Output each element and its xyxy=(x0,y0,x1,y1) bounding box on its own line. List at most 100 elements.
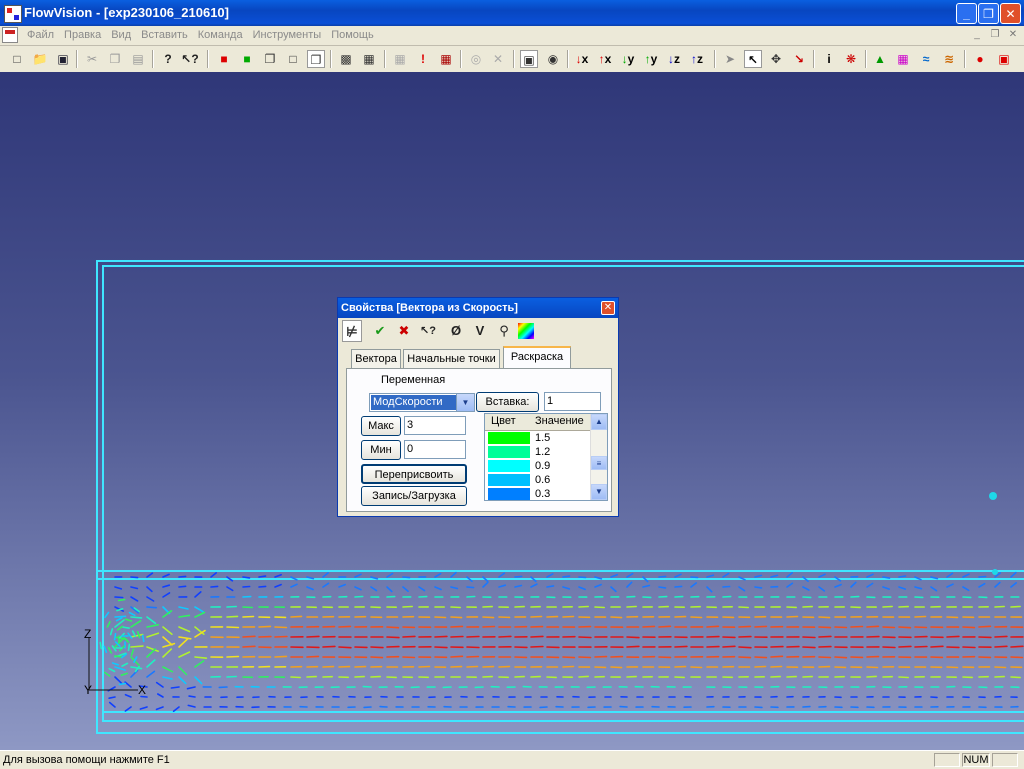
zoom-fit-icon[interactable]: ◉ xyxy=(544,50,562,68)
isolines-icon[interactable]: ≋ xyxy=(940,50,958,68)
view-window-icon[interactable]: ▣ xyxy=(520,50,538,68)
scroll-up-icon[interactable]: ▲ xyxy=(591,414,607,430)
mdi-close-button[interactable]: ✕ xyxy=(1006,29,1020,42)
cross-icon[interactable]: ✕ xyxy=(489,50,507,68)
velocity-vector xyxy=(243,587,250,588)
tab-coloring[interactable]: Раскраска xyxy=(503,346,571,369)
cube-wire-icon[interactable]: ❐ xyxy=(261,50,279,68)
color-map-icon[interactable]: ▦ xyxy=(894,50,912,68)
min-input[interactable]: 0 xyxy=(404,440,466,459)
pointer-icon[interactable]: ➤ xyxy=(721,50,739,68)
globe-icon[interactable]: ◎ xyxy=(467,50,485,68)
select-arrow-icon[interactable]: ↖ xyxy=(744,50,762,68)
v-icon[interactable]: V xyxy=(470,320,490,342)
info-icon[interactable]: i xyxy=(820,50,838,68)
mdi-restore-button[interactable]: ❐ xyxy=(988,29,1002,42)
velocity-vector xyxy=(483,627,494,628)
min-button[interactable]: Мин xyxy=(361,440,401,460)
view-plus-z-icon[interactable]: ↑z xyxy=(688,50,706,68)
tab-vectors[interactable]: Вектора xyxy=(351,349,401,368)
max-button[interactable]: Макс xyxy=(361,416,401,436)
dialog-close-button[interactable]: ✕ xyxy=(601,301,615,315)
menu-insert[interactable]: Вставить xyxy=(136,28,193,42)
maximize-button[interactable]: ❐ xyxy=(978,3,999,24)
save-icon[interactable]: ▣ xyxy=(54,50,72,68)
apply-check-icon[interactable]: ✔ xyxy=(370,320,390,342)
menu-help[interactable]: Помощь xyxy=(326,28,379,42)
chevron-down-icon[interactable]: ▼ xyxy=(456,394,474,411)
view-plus-y-icon[interactable]: ↑y xyxy=(642,50,660,68)
record-icon[interactable]: ● xyxy=(971,50,989,68)
cancel-cross-icon[interactable]: ✖ xyxy=(394,320,414,342)
velocity-vector xyxy=(563,617,574,618)
velocity-vector xyxy=(259,586,266,587)
context-help-icon[interactable]: ↖? xyxy=(418,320,438,342)
help-icon[interactable]: ? xyxy=(159,50,177,68)
cut-icon[interactable]: ✂ xyxy=(83,50,101,68)
color-table[interactable]: Цвет Значение 1.5 1.2 0.9 0.6 0.3 ▲ ≡ ▼ xyxy=(484,413,608,501)
windows-alt-icon[interactable]: ▦ xyxy=(360,50,378,68)
context-help-icon[interactable]: ↖? xyxy=(181,50,199,68)
table-row[interactable]: 0.9 xyxy=(485,459,591,473)
scroll-thumb[interactable]: ≡ xyxy=(591,456,607,470)
close-button[interactable]: ✕ xyxy=(1000,3,1021,24)
open-folder-icon[interactable]: 📁 xyxy=(31,50,49,68)
probe-icon[interactable]: ↘ xyxy=(790,50,808,68)
velocity-vector xyxy=(579,637,591,638)
cube-outline-icon[interactable]: □ xyxy=(284,50,302,68)
velocity-vector xyxy=(387,627,398,628)
view-plus-x-icon[interactable]: ↑x xyxy=(596,50,614,68)
view-minus-y-icon[interactable]: ↓y xyxy=(619,50,637,68)
alert-icon[interactable]: ! xyxy=(414,50,432,68)
grid-red-icon[interactable]: ▦ xyxy=(437,50,455,68)
vectors-icon[interactable]: ▲ xyxy=(871,50,889,68)
windows-icon[interactable]: ▩ xyxy=(337,50,355,68)
velocity-vector xyxy=(163,649,171,657)
clear-icon[interactable]: Ø xyxy=(446,320,466,342)
bug-icon[interactable]: ❋ xyxy=(842,50,860,68)
insert-input[interactable]: 1 xyxy=(544,392,601,411)
cube-red-icon[interactable]: ■ xyxy=(215,50,233,68)
max-input[interactable]: 3 xyxy=(404,416,466,435)
scroll-down-icon[interactable]: ▼ xyxy=(591,484,607,500)
paste-icon[interactable]: ▤ xyxy=(129,50,147,68)
table-row[interactable]: 0.3 xyxy=(485,487,591,501)
view-minus-x-icon[interactable]: ↓x xyxy=(573,50,591,68)
menu-command[interactable]: Команда xyxy=(193,28,248,42)
insert-button[interactable]: Вставка: xyxy=(476,392,539,412)
value-column-header[interactable]: Значение xyxy=(529,414,584,430)
color-table-scrollbar[interactable]: ▲ ≡ ▼ xyxy=(590,414,607,500)
grid-icon[interactable]: ▦ xyxy=(391,50,409,68)
cube-green-icon[interactable]: ■ xyxy=(238,50,256,68)
copy-icon[interactable]: ❐ xyxy=(106,50,124,68)
mdi-minimize-button[interactable]: _ xyxy=(970,29,984,42)
palette-icon[interactable] xyxy=(518,323,534,339)
app-icon[interactable] xyxy=(4,5,22,23)
tab-start-points[interactable]: Начальные точки xyxy=(403,349,500,368)
pin-icon[interactable]: ⊭ xyxy=(342,320,362,342)
velocity-vector xyxy=(115,597,123,598)
save-load-button[interactable]: Запись/Загрузка xyxy=(361,486,467,506)
velocity-vector xyxy=(563,576,570,577)
graph-icon[interactable]: ≈ xyxy=(917,50,935,68)
cube-select-icon[interactable]: ❐ xyxy=(307,50,325,68)
recorder-icon[interactable]: ▣ xyxy=(995,50,1013,68)
table-row[interactable]: 0.6 xyxy=(485,473,591,487)
view-minus-z-icon[interactable]: ↓z xyxy=(665,50,683,68)
table-row[interactable]: 1.2 xyxy=(485,445,591,459)
menu-file[interactable]: Файл xyxy=(22,28,59,42)
magnifier-icon[interactable]: ⚲ xyxy=(494,320,514,342)
minimize-button[interactable]: _ xyxy=(956,3,977,24)
new-file-icon[interactable]: □ xyxy=(8,50,26,68)
move-icon[interactable]: ✥ xyxy=(767,50,785,68)
document-icon[interactable] xyxy=(2,27,18,43)
table-row[interactable]: 1.5 xyxy=(485,431,591,445)
reassign-button[interactable]: Переприсвоить xyxy=(361,464,467,484)
dialog-title-bar[interactable]: Свойства [Вектора из Скорость] ✕ xyxy=(338,298,618,318)
variable-select[interactable]: МодСкорости ▼ xyxy=(369,393,475,412)
velocity-vector xyxy=(899,587,905,589)
color-column-header[interactable]: Цвет xyxy=(485,414,529,430)
menu-edit[interactable]: Правка xyxy=(59,28,106,42)
menu-tools[interactable]: Инструменты xyxy=(248,28,327,42)
menu-view[interactable]: Вид xyxy=(106,28,136,42)
